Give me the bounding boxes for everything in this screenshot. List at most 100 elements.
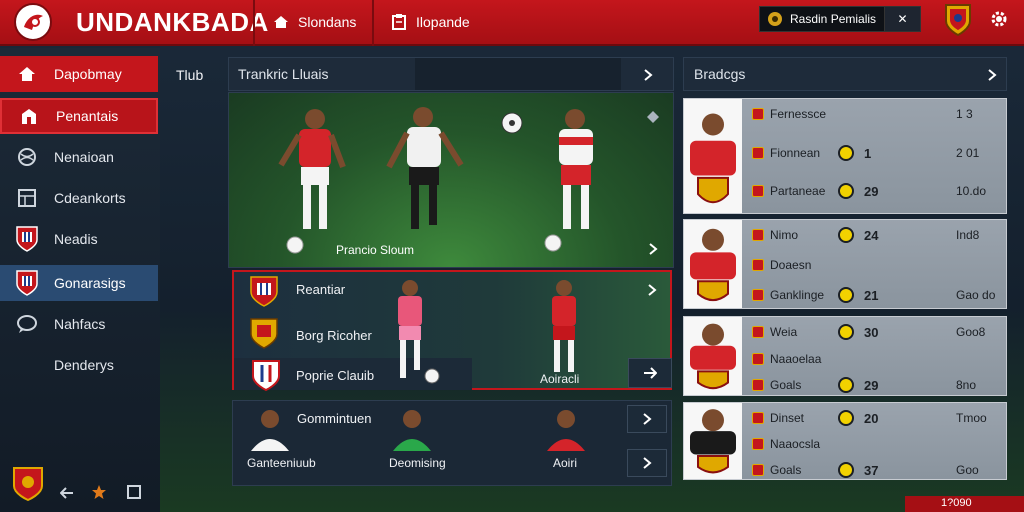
player-portrait: [393, 410, 431, 451]
player-stat-card[interactable]: Fernessce 1 3 Fionnean 1 2 01 Partaneae 29 10.d…: [683, 98, 1007, 214]
mini-crest-icon: [752, 438, 764, 450]
globe-icon: [16, 146, 38, 168]
sidebar-item-gonarasigs[interactable]: Gonarasigs: [0, 265, 158, 301]
app-logo[interactable]: [14, 3, 52, 41]
stat-extra: 10.do: [956, 184, 987, 199]
mini-crest-icon: [752, 185, 764, 198]
portrait-caption: Ganteeniuub: [247, 456, 316, 470]
player-stat-card[interactable]: Dinset 20 Tmoo Naaocsla Goals 37 Goo: [683, 402, 1007, 480]
close-button[interactable]: ✕: [884, 7, 920, 31]
field-caption: Prancio Sloum: [336, 243, 415, 257]
player-stat-card[interactable]: Nimo 24 Ind8 Doaesn Ganklinge 21 Gao do: [683, 219, 1007, 309]
sidebar-item-label: Cdeankorts: [54, 190, 126, 206]
sidebar-item-dashboard[interactable]: Dapobmay: [0, 56, 158, 92]
square-icon[interactable]: [127, 485, 141, 499]
stat-label: Naaoelaa: [770, 351, 822, 366]
club-crest-icon[interactable]: [944, 3, 972, 37]
panel-title: Trankric Lluais: [238, 66, 329, 82]
sidebar-item-cdeankorts[interactable]: Cdeankorts: [0, 180, 158, 216]
mini-crest-icon: [752, 289, 764, 301]
sidebar-item-nahfacs[interactable]: Nahfacs: [0, 306, 158, 342]
player-photo: [684, 403, 742, 479]
ball-icon: [838, 324, 854, 340]
divider: [253, 0, 255, 46]
stat-value: 37: [864, 463, 879, 478]
gear-icon[interactable]: [989, 9, 1009, 29]
stat-extra: 1 3: [956, 107, 973, 121]
sidebar-footer: [0, 467, 160, 512]
stat-label: Naaocsla: [770, 437, 821, 451]
stat-label: Doaesn: [770, 258, 812, 272]
row-label: Poprie Clauib: [296, 368, 375, 383]
chevron-right-icon[interactable]: [647, 243, 659, 255]
club-crest-icon[interactable]: [12, 466, 44, 502]
app-title: UNDANKBADA: [76, 7, 269, 37]
stat-value: 24: [864, 228, 879, 243]
divider: [372, 0, 374, 46]
sidebar-item-denderys[interactable]: Denderys: [0, 347, 158, 383]
sidebar-item-label: Nahfacs: [54, 316, 106, 332]
ball-icon: [838, 410, 854, 426]
stat-value: 29: [864, 184, 879, 200]
card-title: Gommintuen: [297, 411, 372, 426]
stat-label: Weia: [770, 325, 798, 339]
player-figure: [552, 280, 576, 372]
bottom-value: 1?090: [941, 497, 972, 509]
mini-crest-icon: [752, 352, 764, 365]
chevron-right-icon: [643, 457, 652, 469]
club-crest-icon: [252, 360, 280, 392]
player-portrait: [690, 228, 736, 302]
squad-card[interactable]: Gommintuen Ganteeniuub Deomising Aoiri: [232, 400, 672, 486]
next-button[interactable]: [627, 449, 667, 477]
club-crest-icon: [250, 276, 278, 307]
blank-icon: [16, 354, 38, 376]
right-panel-header: Bradcgs: [683, 57, 1007, 91]
stat-label: Dinset: [770, 411, 805, 425]
player-photo: [684, 317, 742, 395]
back-arrow-icon[interactable]: [60, 486, 74, 500]
player-stat-card[interactable]: Weia 30 Goo8 Naaoelaa Goals 29 8no: [683, 316, 1007, 396]
chevron-right-icon[interactable]: [986, 69, 998, 81]
sidebar: Dapobmay Penantais Nenaioan Cdeankorts N…: [0, 48, 160, 512]
stat-label: Fionnean: [770, 145, 821, 160]
sidebar-item-nenaioan[interactable]: Nenaioan: [0, 139, 158, 175]
player-photo: [684, 220, 742, 308]
ball-icon: [838, 144, 854, 161]
sidebar-item-neadis[interactable]: Neadis: [0, 221, 158, 257]
building-icon: [18, 105, 40, 127]
portrait-caption: Deomising: [389, 456, 446, 470]
top-bar: UNDANKBADA Slondans Ilopande Rasdin Pemi…: [0, 0, 1024, 46]
expand-button[interactable]: [627, 405, 667, 433]
diamond-icon[interactable]: [647, 111, 659, 123]
star-icon[interactable]: [91, 484, 107, 500]
topnav-label: Ilopande: [416, 14, 470, 30]
topnav-label: Slondans: [298, 14, 357, 30]
sidebar-item-penantais[interactable]: Penantais: [0, 98, 158, 134]
chevron-right-icon[interactable]: [642, 69, 654, 81]
notification-box[interactable]: Rasdin Pemialis ✕: [759, 6, 921, 32]
stat-extra: 8no: [956, 378, 977, 393]
pitch-showcase: [228, 92, 674, 268]
club-crest-icon: [250, 318, 278, 349]
player-caption: Aoiracli: [540, 372, 580, 386]
player-portrait: [547, 410, 585, 451]
topnav-item-home[interactable]: Slondans: [272, 9, 356, 35]
stat-extra: Gao do: [956, 288, 996, 302]
ball-icon: [838, 287, 854, 303]
featured-card[interactable]: Reantiar Borg Ricoher Poprie Clauib Aoir…: [232, 270, 672, 392]
topnav-item-clipboard[interactable]: Ilopande: [390, 9, 470, 35]
stat-extra: Ind8: [956, 228, 980, 242]
mini-crest-icon: [752, 146, 764, 159]
panel-header: Trankric Lluais: [228, 57, 674, 91]
stat-extra: Goo: [956, 463, 979, 477]
portrait-caption: Aoiri: [553, 456, 578, 470]
badge-icon: [768, 12, 782, 26]
crest-icon: [16, 270, 38, 296]
chevron-right-icon[interactable]: [646, 284, 658, 296]
next-button[interactable]: [628, 358, 672, 388]
section-label: Tlub: [176, 67, 204, 83]
stat-label: Ganklinge: [770, 288, 825, 302]
mini-crest-icon: [752, 108, 764, 120]
player-figure: [398, 280, 440, 384]
sidebar-item-label: Dapobmay: [54, 66, 122, 82]
